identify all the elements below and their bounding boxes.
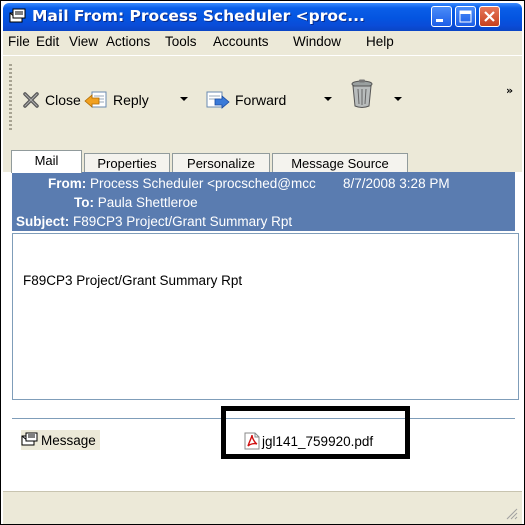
toolbar: Close Reply Forward »	[3, 56, 522, 138]
from-row: From: Process Scheduler <procsched@mcc	[48, 176, 316, 191]
close-x-icon	[23, 92, 39, 108]
subject-value: F89CP3 Project/Grant Summary Rpt	[73, 214, 293, 229]
menu-view[interactable]: View	[69, 34, 98, 49]
reply-button[interactable]: Reply	[83, 89, 149, 111]
reply-dropdown-arrow[interactable]	[180, 97, 188, 101]
mail-message-icon	[9, 8, 26, 23]
message-attachment-icon	[21, 432, 38, 446]
minimize-button[interactable]	[431, 6, 452, 27]
tab-mail[interactable]: Mail	[11, 150, 82, 173]
reply-icon	[84, 91, 107, 108]
maximize-button[interactable]	[455, 6, 476, 27]
minimize-icon	[436, 19, 443, 22]
date-value: 8/7/2008 3:28 PM	[343, 176, 450, 191]
menu-edit[interactable]: Edit	[36, 34, 59, 49]
to-row: To: Paula Shettleroe	[74, 195, 198, 210]
close-button-label: Close	[45, 92, 81, 108]
close-window-button[interactable]	[479, 6, 500, 27]
trash-can-icon	[351, 79, 373, 108]
to-value[interactable]: Paula Shettleroe	[98, 195, 198, 210]
toolbar-overflow-chevron[interactable]: »	[506, 84, 513, 97]
tab-strip: Mail Properties Personalize Message Sour…	[3, 138, 522, 173]
menu-file[interactable]: File	[8, 34, 30, 49]
menu-bar: File Edit View Actions Tools Accounts Wi…	[3, 31, 522, 56]
forward-button-label: Forward	[235, 92, 287, 108]
menu-accounts[interactable]: Accounts	[213, 34, 269, 49]
menu-window[interactable]: Window	[293, 34, 341, 49]
maximize-icon	[459, 10, 472, 23]
to-label: To:	[74, 195, 94, 210]
tab-message-source[interactable]: Message Source	[272, 153, 408, 172]
annotation-highlight-box	[221, 406, 410, 459]
subject-row: Subject: F89CP3 Project/Grant Summary Rp…	[16, 214, 292, 229]
message-header: From: Process Scheduler <procsched@mcc 8…	[12, 172, 515, 231]
forward-icon	[206, 91, 230, 109]
forward-dropdown-arrow[interactable]	[324, 97, 332, 101]
title-bar[interactable]: Mail From: Process Scheduler <proc...	[3, 3, 522, 31]
reply-button-label: Reply	[113, 92, 149, 108]
message-body[interactable]: F89CP3 Project/Grant Summary Rpt	[12, 233, 519, 400]
mail-window: Mail From: Process Scheduler <proc... Fi…	[0, 0, 525, 525]
close-icon	[484, 11, 495, 22]
message-attachment-label: Message	[41, 432, 96, 448]
delete-button[interactable]	[349, 79, 375, 108]
body-text: F89CP3 Project/Grant Summary Rpt	[23, 273, 243, 288]
status-bar	[3, 491, 522, 524]
close-button[interactable]: Close	[21, 89, 81, 111]
toolbar-grip[interactable]	[9, 64, 12, 132]
resize-grip-icon[interactable]	[504, 506, 518, 520]
from-value[interactable]: Process Scheduler <procsched@mcc	[90, 176, 316, 191]
delete-dropdown-arrow[interactable]	[394, 97, 402, 101]
window-title: Mail From: Process Scheduler <proc...	[32, 7, 365, 25]
from-label: From:	[48, 176, 87, 191]
message-attachment[interactable]: Message	[21, 430, 100, 450]
menu-help[interactable]: Help	[366, 34, 394, 49]
subject-label: Subject:	[16, 214, 70, 229]
tab-properties[interactable]: Properties	[84, 153, 170, 172]
menu-actions[interactable]: Actions	[106, 34, 150, 49]
tab-personalize[interactable]: Personalize	[172, 153, 270, 172]
menu-tools[interactable]: Tools	[165, 34, 197, 49]
forward-button[interactable]: Forward	[205, 89, 286, 111]
